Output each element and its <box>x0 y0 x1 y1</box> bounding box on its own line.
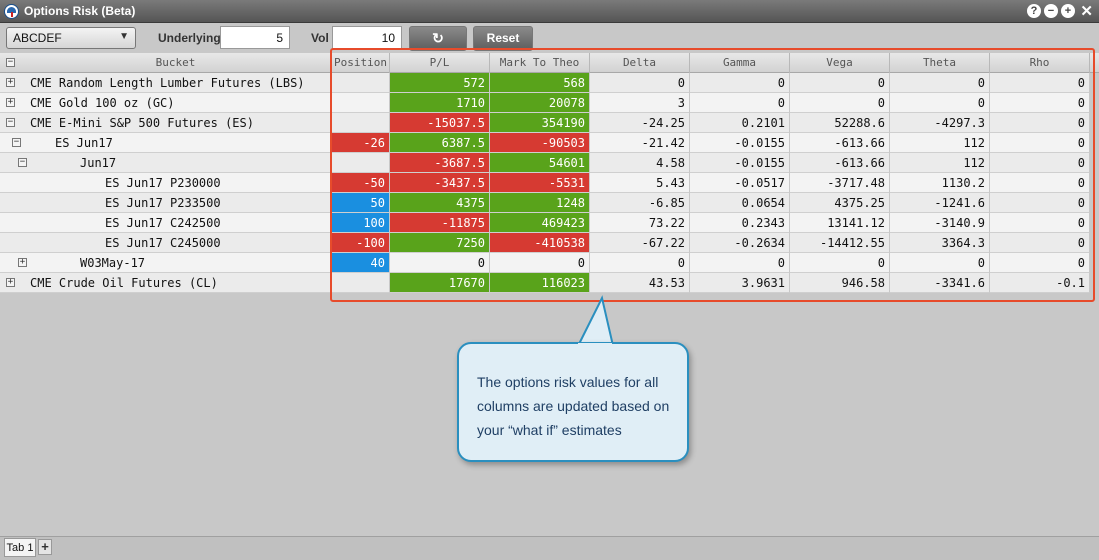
window-title: Options Risk (Beta) <box>24 4 136 18</box>
expand-icon[interactable]: + <box>6 98 15 107</box>
umbrella-logo-icon <box>4 4 19 19</box>
bucket-label: CME Random Length Lumber Futures (LBS) <box>30 76 305 90</box>
bucket-label: ES Jun17 P230000 <box>105 176 221 190</box>
bucket-cell: + CME Random Length Lumber Futures (LBS) <box>0 73 332 93</box>
bucket-label: CME Crude Oil Futures (CL) <box>30 276 218 290</box>
expand-icon[interactable]: + <box>18 258 27 267</box>
bucket-label: ES Jun17 P233500 <box>105 196 221 210</box>
expand-icon[interactable]: + <box>6 278 15 287</box>
bucket-label: ES Jun17 C245000 <box>105 236 221 250</box>
bucket-cell: + W03May-17 <box>0 253 332 273</box>
refresh-icon: ↻ <box>432 30 444 46</box>
vol-label: Vol <box>311 31 329 45</box>
collapse-icon[interactable]: − <box>12 138 21 147</box>
close-icon[interactable]: ✕ <box>1080 2 1093 20</box>
underlying-input[interactable]: 5 <box>220 26 290 49</box>
collapse-icon[interactable]: − <box>6 118 15 127</box>
bucket-cell: + CME Gold 100 oz (GC) <box>0 93 332 113</box>
underlying-label: Underlying <box>158 31 221 45</box>
vol-input[interactable]: 10 <box>332 26 402 49</box>
symbol-select-value: ABCDEF <box>13 31 62 45</box>
bucket-cell: ES Jun17 C245000 <box>0 233 332 253</box>
collapse-icon[interactable]: − <box>18 158 27 167</box>
symbol-select[interactable]: ABCDEF ▼ <box>6 27 136 49</box>
bucket-cell: + CME Crude Oil Futures (CL) <box>0 273 332 293</box>
bucket-cell: − CME E-Mini S&P 500 Futures (ES) <box>0 113 332 133</box>
help-icon[interactable]: ? <box>1027 4 1041 18</box>
bucket-label: W03May-17 <box>80 256 146 270</box>
callout-box: The options risk values for all columns … <box>457 342 689 462</box>
bucket-label: CME E-Mini S&P 500 Futures (ES) <box>30 116 254 130</box>
bucket-cell: ES Jun17 P230000 <box>0 173 332 193</box>
maximize-icon[interactable]: + <box>1061 4 1075 18</box>
highlight-frame <box>330 48 1095 302</box>
callout-text: The options risk values for all columns … <box>477 374 670 438</box>
column-header-bucket[interactable]: Bucket <box>0 53 332 73</box>
bucket-label: ES Jun17 C242500 <box>105 216 221 230</box>
bucket-label: CME Gold 100 oz (GC) <box>30 96 175 110</box>
bucket-label: Jun17 <box>80 156 117 170</box>
chevron-down-icon: ▼ <box>119 31 129 42</box>
bucket-label: ES Jun17 <box>55 136 113 150</box>
bucket-cell: − ES Jun17 <box>0 133 332 153</box>
window-titlebar: Options Risk (Beta) ? − + ✕ <box>0 0 1099 23</box>
add-tab-icon[interactable]: + <box>38 539 52 555</box>
bucket-cell: ES Jun17 C242500 <box>0 213 332 233</box>
tab-1[interactable]: Tab 1 <box>4 538 36 557</box>
bucket-cell: ES Jun17 P233500 <box>0 193 332 213</box>
expand-icon[interactable]: + <box>6 78 15 87</box>
bottom-tab-bar: Tab 1 + <box>0 536 1099 560</box>
minimize-icon[interactable]: − <box>1044 4 1058 18</box>
bucket-cell: − Jun17 <box>0 153 332 173</box>
